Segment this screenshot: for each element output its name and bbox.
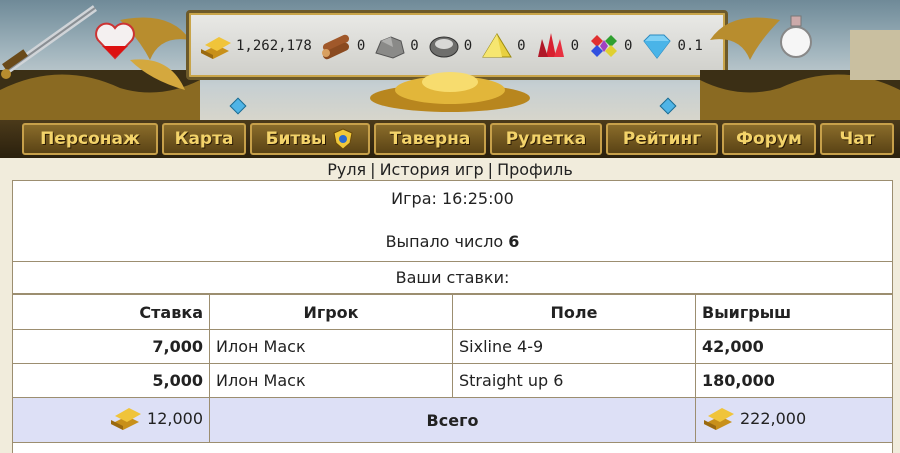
resource-item: 0 <box>587 31 632 61</box>
total-label: Всего <box>209 397 696 443</box>
nav-forum[interactable]: Форум <box>722 123 816 155</box>
total-stake: 12,000 <box>147 408 203 428</box>
nav-character-label: Персонаж <box>40 129 140 149</box>
bet-stake: 7,000 <box>12 329 210 364</box>
gem-ornament <box>229 97 247 115</box>
bet-field: Sixline 4-9 <box>452 329 696 364</box>
header-win: Выигрыш <box>695 294 893 330</box>
resource-item: 0 <box>427 31 472 61</box>
game-details-panel: Игра: 16:25:00 Выпало число 6 Ваши ставк… <box>12 180 893 453</box>
resource-value: 1,262,178 <box>236 38 312 54</box>
header-player: Игрок <box>209 294 453 330</box>
link-profile[interactable]: Профиль <box>497 160 573 179</box>
resource-value: 0 <box>624 38 633 54</box>
resource-item: 0 <box>320 31 365 61</box>
nav-rating[interactable]: Рейтинг <box>606 123 718 155</box>
red-crystal-icon <box>534 31 568 61</box>
bets-table: Ставка Игрок Поле Выигрыш 7,000 Илон Мас… <box>12 294 893 443</box>
game-info: Игра: 16:25:00 Выпало число 6 <box>13 181 892 261</box>
nav-rating-label: Рейтинг <box>622 129 702 149</box>
nav-battles-label: Битвы <box>265 129 327 149</box>
health-heart-icon <box>95 22 135 60</box>
gems-icon <box>587 31 621 61</box>
result-number: 6 <box>508 232 520 251</box>
nav-map-label: Карта <box>174 129 234 149</box>
bets-title: Ваши ставки: <box>13 261 892 294</box>
game-result: Выпало число 6 <box>13 232 892 251</box>
separator: | <box>370 160 376 179</box>
roulette-sublinks: Руля | История игр | Профиль <box>0 159 900 181</box>
bet-field: Straight up 6 <box>452 363 696 398</box>
main-navigation: Персонаж Карта Битвы Таверна Рулетка Рей… <box>0 120 900 158</box>
gem-ornament <box>659 97 677 115</box>
nav-forum-label: Форум <box>736 129 802 149</box>
total-row: 12,000 Всего 222,000 <box>12 397 893 443</box>
diamond-icon <box>640 31 674 61</box>
gold-bars-icon <box>704 408 734 430</box>
nav-roulette[interactable]: Рулетка <box>490 123 602 155</box>
bet-player: Илон Маск <box>209 363 453 398</box>
resource-value: 0 <box>356 38 366 54</box>
resource-value: 0 <box>517 38 526 54</box>
sulfur-icon <box>480 31 514 61</box>
battle-shield-icon <box>333 128 353 150</box>
iron-ore-icon <box>427 31 461 61</box>
logs-icon <box>320 31 354 61</box>
link-game-history[interactable]: История игр <box>380 160 484 179</box>
resource-item: 0 <box>534 31 579 61</box>
bet-player: Илон Маск <box>209 329 453 364</box>
nav-chat[interactable]: Чат <box>820 123 894 155</box>
bet-win: 42,000 <box>695 329 893 364</box>
game-time: Игра: 16:25:00 <box>391 189 514 208</box>
stone-icon <box>373 31 407 61</box>
nav-roulette-label: Рулетка <box>505 129 587 149</box>
nav-character[interactable]: Персонаж <box>22 123 158 155</box>
potion-flask-icon <box>780 15 812 58</box>
total-win-cell: 222,000 <box>695 397 893 443</box>
resource-item: 0 <box>480 31 526 61</box>
bet-stake: 5,000 <box>12 363 210 398</box>
result-label: Выпало число <box>385 232 504 251</box>
resource-value: 0 <box>463 38 473 54</box>
nav-map[interactable]: Карта <box>162 123 246 155</box>
nav-tavern[interactable]: Таверна <box>374 123 486 155</box>
resource-item: 0.1 <box>640 31 703 61</box>
gold-pile-icon <box>370 72 530 112</box>
total-stake-cell: 12,000 <box>12 397 210 443</box>
header-stake: Ставка <box>12 294 210 330</box>
link-roulette[interactable]: Руля <box>327 160 366 179</box>
game-header: 1,262,178 0 0 0 0 0 0 0.1 <box>0 0 900 122</box>
nav-chat-label: Чат <box>839 129 875 149</box>
gold-bars-icon <box>111 408 142 430</box>
nav-tavern-label: Таверна <box>389 129 471 149</box>
resource-item: 1,262,178 <box>199 31 312 61</box>
table-header-row: Ставка Игрок Поле Выигрыш <box>12 294 893 330</box>
nav-battles[interactable]: Битвы <box>250 123 370 155</box>
separator: | <box>487 160 494 179</box>
resource-value: 0 <box>410 38 419 54</box>
table-row: 7,000 Илон Маск Sixline 4-9 42,000 <box>12 329 893 364</box>
resource-item: 0 <box>373 31 419 61</box>
total-win: 222,000 <box>740 408 807 428</box>
resource-value: 0.1 <box>677 38 703 54</box>
table-row: 5,000 Илон Маск Straight up 6 180,000 <box>12 363 893 398</box>
bet-win: 180,000 <box>695 363 893 398</box>
header-field: Поле <box>452 294 696 330</box>
resource-value: 0 <box>570 38 580 54</box>
gold-bars-icon <box>199 31 233 61</box>
